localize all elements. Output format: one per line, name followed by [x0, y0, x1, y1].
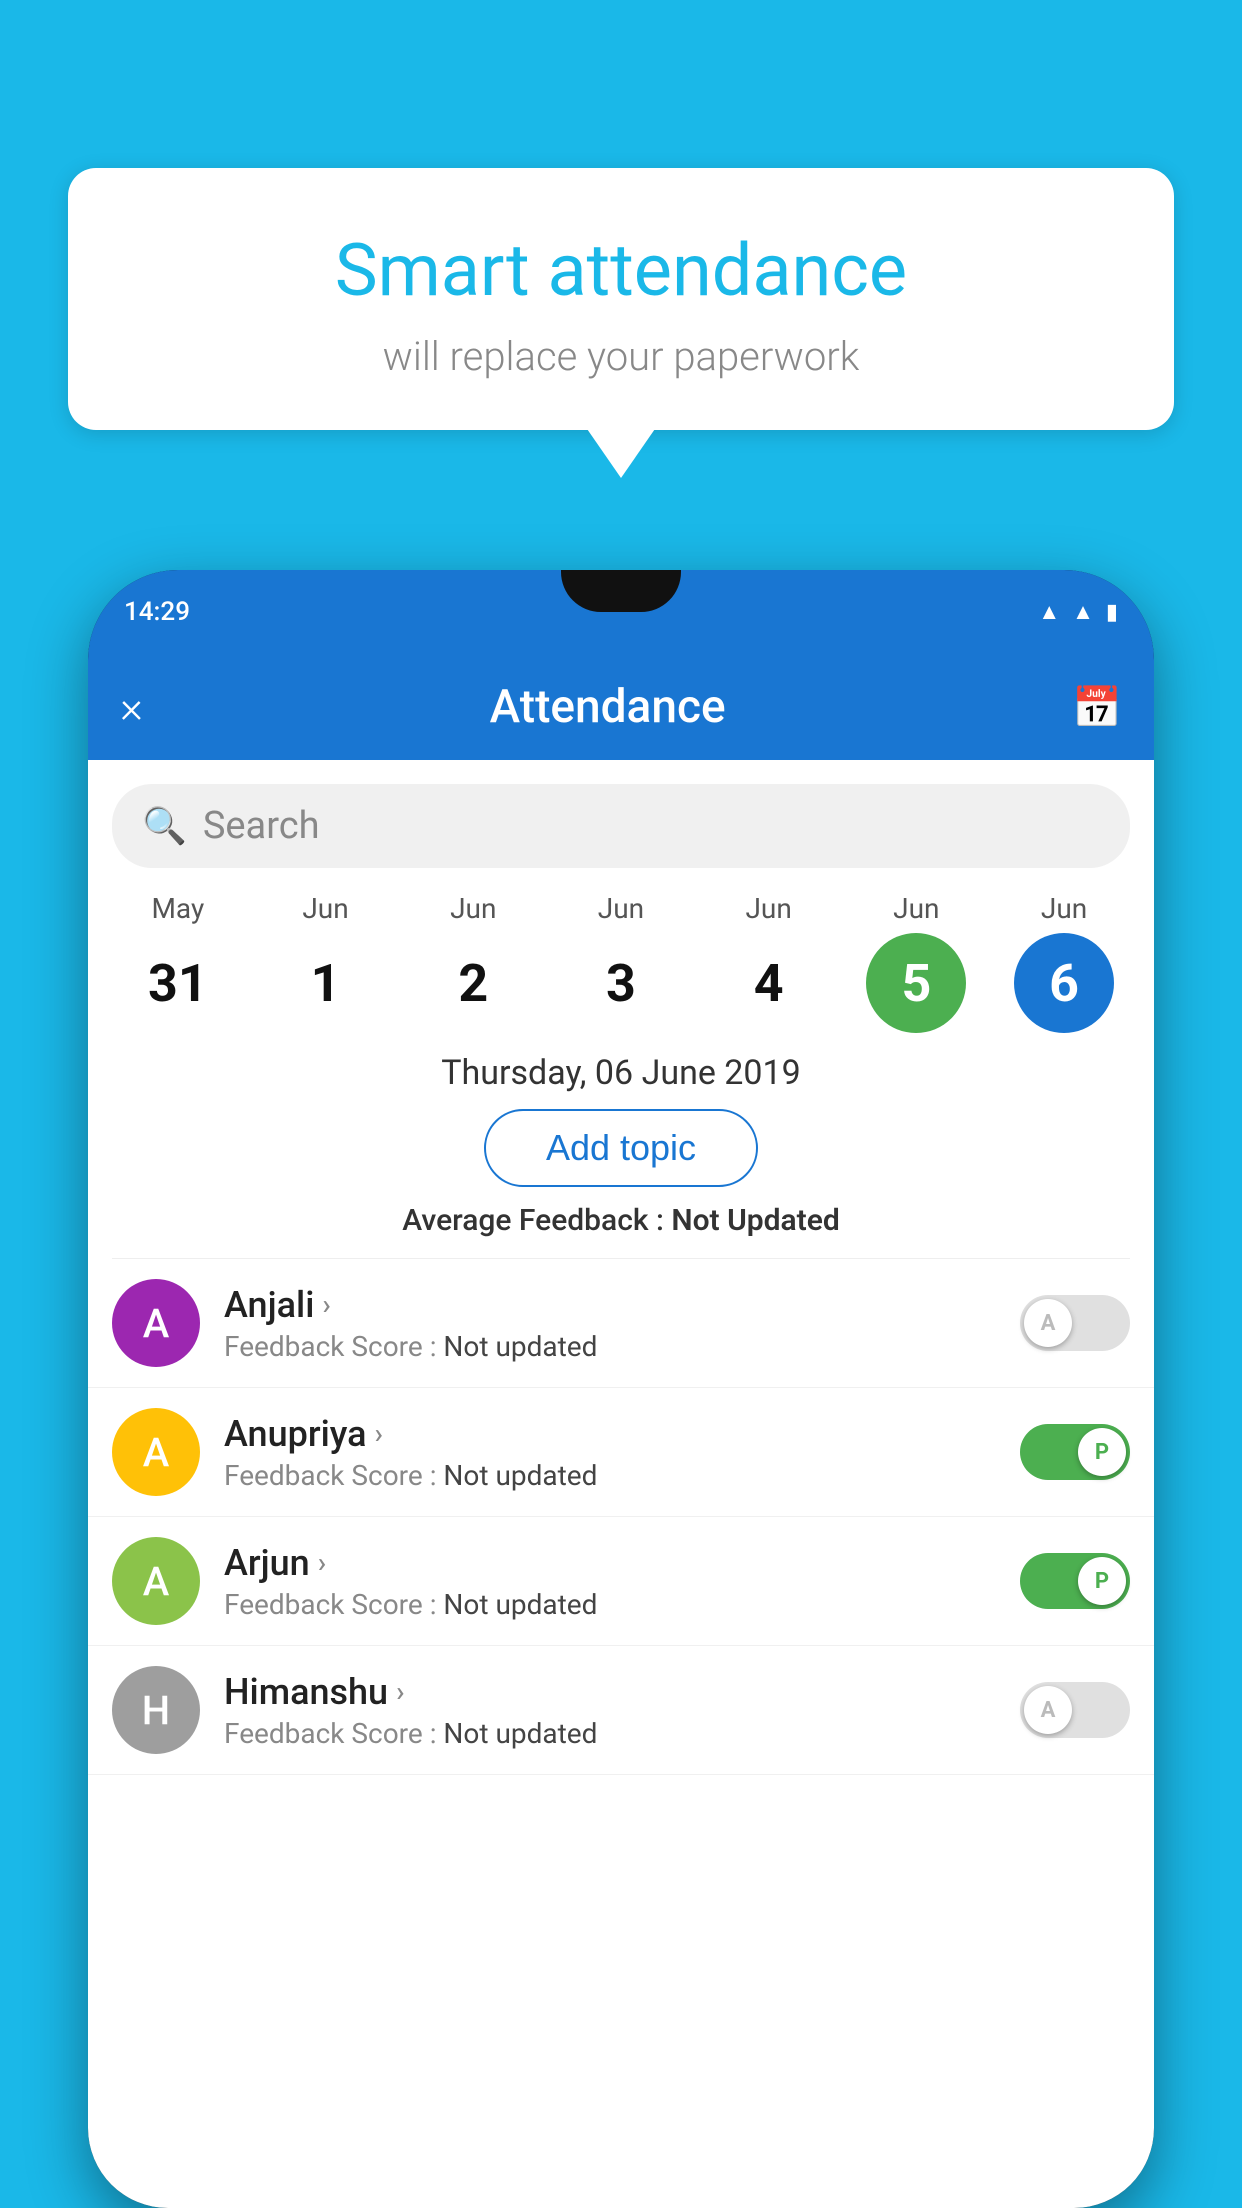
- battery-icon: ▮: [1106, 600, 1118, 625]
- avatar: A: [112, 1408, 200, 1496]
- student-name: Himanshu ›: [224, 1671, 996, 1713]
- attendance-toggle[interactable]: A: [1020, 1295, 1130, 1351]
- selected-date-label: Thursday, 06 June 2019: [88, 1053, 1154, 1093]
- avatar: H: [112, 1666, 200, 1754]
- calendar-day[interactable]: Jun 2: [408, 892, 538, 1033]
- cal-month: Jun: [302, 892, 348, 925]
- status-icons: ▲ ▲ ▮: [1038, 599, 1118, 625]
- cal-month: Jun: [893, 892, 939, 925]
- student-info: Himanshu › Feedback Score : Not updated: [224, 1671, 996, 1750]
- toggle-knob: A: [1024, 1686, 1072, 1734]
- toggle-knob: P: [1078, 1428, 1126, 1476]
- screen-content: 🔍 Search May 31 Jun 1 Jun 2 Jun 3 Jun 4 Jun 5 Jun 6 T…: [88, 760, 1154, 2208]
- student-feedback: Feedback Score : Not updated: [224, 1330, 996, 1363]
- chevron-icon: ›: [318, 1546, 326, 1579]
- toggle-knob: P: [1078, 1557, 1126, 1605]
- cal-date[interactable]: 2: [423, 933, 523, 1033]
- student-row[interactable]: A Arjun › Feedback Score : Not updated P: [88, 1517, 1154, 1646]
- toggle-knob: A: [1024, 1299, 1072, 1347]
- student-name: Anupriya ›: [224, 1413, 996, 1455]
- chevron-icon: ›: [322, 1288, 330, 1321]
- speech-bubble: Smart attendance will replace your paper…: [68, 168, 1174, 430]
- close-button[interactable]: ×: [120, 681, 143, 733]
- avg-feedback-label: Average Feedback :: [402, 1203, 671, 1238]
- search-icon: 🔍: [142, 805, 187, 847]
- calendar-day[interactable]: Jun 3: [556, 892, 686, 1033]
- chevron-icon: ›: [396, 1675, 404, 1708]
- bubble-title: Smart attendance: [118, 228, 1124, 313]
- search-bar[interactable]: 🔍 Search: [112, 784, 1130, 868]
- status-bar: 14:29 ▲ ▲ ▮: [88, 570, 1154, 654]
- student-row[interactable]: H Himanshu › Feedback Score : Not updated A: [88, 1646, 1154, 1775]
- student-info: Anjali › Feedback Score : Not updated: [224, 1284, 996, 1363]
- app-bar: × Attendance 📅: [88, 654, 1154, 760]
- student-name: Anjali ›: [224, 1284, 996, 1326]
- search-placeholder: Search: [203, 804, 320, 848]
- add-topic-button[interactable]: Add topic: [484, 1109, 758, 1187]
- avatar: A: [112, 1537, 200, 1625]
- calendar-day[interactable]: Jun 1: [261, 892, 391, 1033]
- toggle-track: P: [1020, 1553, 1130, 1609]
- cal-date[interactable]: 4: [719, 933, 819, 1033]
- cal-date[interactable]: 5: [866, 933, 966, 1033]
- student-info: Anupriya › Feedback Score : Not updated: [224, 1413, 996, 1492]
- calendar-day[interactable]: Jun 4: [704, 892, 834, 1033]
- cal-month: Jun: [1041, 892, 1087, 925]
- cal-month: Jun: [450, 892, 496, 925]
- student-info: Arjun › Feedback Score : Not updated: [224, 1542, 996, 1621]
- attendance-toggle[interactable]: A: [1020, 1682, 1130, 1738]
- toggle-track: P: [1020, 1424, 1130, 1480]
- student-row[interactable]: A Anupriya › Feedback Score : Not updated P: [88, 1388, 1154, 1517]
- student-feedback: Feedback Score : Not updated: [224, 1717, 996, 1750]
- cal-date[interactable]: 3: [571, 933, 671, 1033]
- avatar: A: [112, 1279, 200, 1367]
- calendar-day[interactable]: Jun 5: [851, 892, 981, 1033]
- toggle-track: A: [1020, 1295, 1130, 1351]
- wifi-icon: ▲: [1038, 599, 1060, 625]
- cal-month: Jun: [745, 892, 791, 925]
- avg-feedback-value: Not Updated: [671, 1203, 839, 1238]
- cal-month: May: [151, 892, 204, 925]
- student-row[interactable]: A Anjali › Feedback Score : Not updated A: [88, 1259, 1154, 1388]
- signal-icon: ▲: [1072, 599, 1094, 625]
- bubble-subtitle: will replace your paperwork: [118, 333, 1124, 380]
- calendar-row: May 31 Jun 1 Jun 2 Jun 3 Jun 4 Jun 5 Jun 6: [88, 884, 1154, 1033]
- cal-date[interactable]: 6: [1014, 933, 1114, 1033]
- attendance-toggle[interactable]: P: [1020, 1553, 1130, 1609]
- phone-frame: 14:29 ▲ ▲ ▮ × Attendance 📅 🔍 Search May 3…: [88, 570, 1154, 2208]
- average-feedback: Average Feedback : Not Updated: [88, 1203, 1154, 1238]
- students-list: AAnjali ›Feedback Score : Not updatedAAA…: [88, 1259, 1154, 1775]
- attendance-toggle[interactable]: P: [1020, 1424, 1130, 1480]
- cal-date[interactable]: 31: [128, 933, 228, 1033]
- student-feedback: Feedback Score : Not updated: [224, 1588, 996, 1621]
- chevron-icon: ›: [375, 1417, 383, 1450]
- student-feedback: Feedback Score : Not updated: [224, 1459, 996, 1492]
- student-name: Arjun ›: [224, 1542, 996, 1584]
- cal-date[interactable]: 1: [276, 933, 376, 1033]
- status-time: 14:29: [124, 597, 190, 627]
- calendar-icon[interactable]: 📅: [1072, 684, 1122, 731]
- toggle-track: A: [1020, 1682, 1130, 1738]
- app-bar-title: Attendance: [143, 680, 1072, 734]
- calendar-day[interactable]: May 31: [113, 892, 243, 1033]
- cal-month: Jun: [598, 892, 644, 925]
- calendar-day[interactable]: Jun 6: [999, 892, 1129, 1033]
